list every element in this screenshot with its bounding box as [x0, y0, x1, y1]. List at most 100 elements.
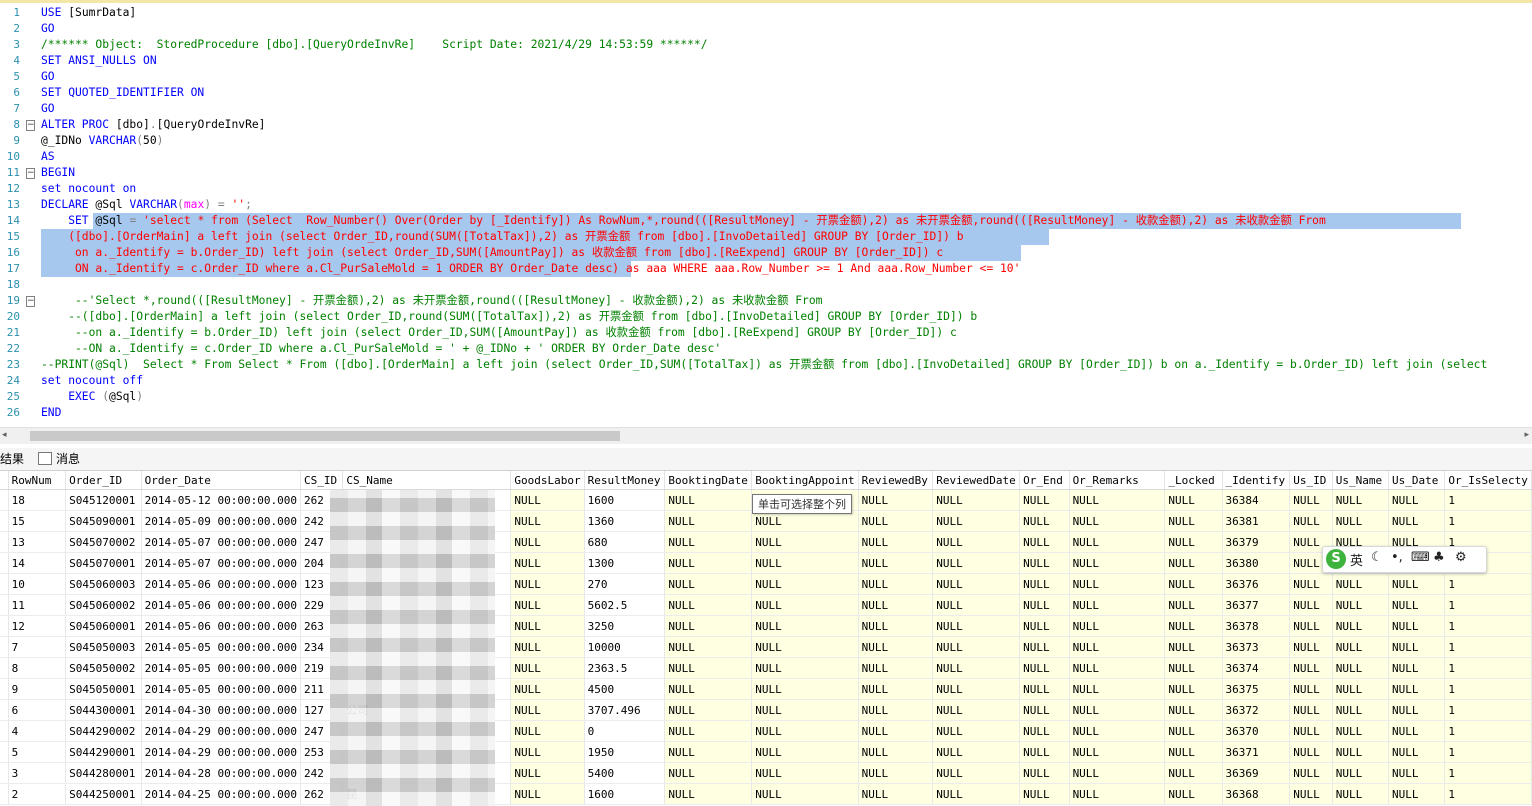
user-icon[interactable]: ♣: [1433, 550, 1445, 565]
code-line[interactable]: 21 --on a._Identify = b.Order_ID) left j…: [0, 325, 1532, 341]
grid-cell[interactable]: NULL: [664, 678, 753, 700]
grid-cell[interactable]: NULL: [858, 615, 934, 637]
grid-cell[interactable]: 2014-05-05 00:00:00.000: [141, 657, 301, 679]
grid-cell[interactable]: 1: [1444, 720, 1532, 742]
grid-cell[interactable]: NULL: [858, 531, 934, 553]
table-row[interactable]: 11 S045060002 2014-05-06 00:00:00.000 229 NU…: [0, 594, 1532, 616]
code-line[interactable]: 18: [0, 277, 1532, 293]
column-header[interactable]: Or_Remarks: [1069, 471, 1166, 490]
grid-cell[interactable]: 1: [1444, 573, 1532, 595]
grid-cell[interactable]: 1: [1444, 699, 1532, 721]
grid-cell[interactable]: NULL: [1289, 741, 1333, 763]
grid-cell[interactable]: 18: [8, 489, 67, 511]
grid-cell[interactable]: NULL: [1289, 678, 1333, 700]
grid-cell[interactable]: NULL: [1332, 741, 1390, 763]
grid-cell[interactable]: NULL: [510, 678, 585, 700]
grid-cell[interactable]: NULL: [1388, 573, 1446, 595]
code-line[interactable]: 8− ALTER PROC [dbo].[QueryOrdeInvRe]: [0, 117, 1532, 133]
table-row[interactable]: 5 S044290001 2014-04-29 00:00:00.000 253 NUL…: [0, 741, 1532, 763]
grid-cell[interactable]: NULL: [664, 720, 753, 742]
grid-cell[interactable]: NULL: [1388, 783, 1446, 805]
grid-cell[interactable]: 9: [8, 678, 67, 700]
grid-cell[interactable]: NULL: [1289, 615, 1333, 637]
code-line[interactable]: 16 on a._Identify = b.Order_ID) left joi…: [0, 245, 1532, 261]
grid-cell[interactable]: NULL: [1019, 573, 1070, 595]
grid-cell[interactable]: NULL: [751, 615, 859, 637]
grid-cell[interactable]: 5: [8, 741, 67, 763]
grid-cell[interactable]: 36372: [1222, 699, 1291, 721]
grid-cell[interactable]: NULL: [1332, 762, 1390, 784]
grid-cell[interactable]: 5602.5: [584, 594, 666, 616]
grid-cell[interactable]: S045050002: [65, 657, 142, 679]
grid-cell[interactable]: NULL: [1332, 636, 1390, 658]
grid-cell[interactable]: 1950: [584, 741, 666, 763]
code-line[interactable]: 24 set nocount off: [0, 373, 1532, 389]
grid-cell[interactable]: 1300: [584, 552, 666, 574]
column-header[interactable]: BooktingAppoint: [751, 471, 859, 490]
grid-cell[interactable]: 36377: [1222, 594, 1291, 616]
grid-cell[interactable]: NULL: [1289, 573, 1333, 595]
grid-cell[interactable]: NULL: [1069, 762, 1166, 784]
code-line[interactable]: 4 SET ANSI_NULLS ON: [0, 53, 1532, 69]
grid-cell[interactable]: NULL: [510, 489, 585, 511]
grid-cell[interactable]: 36379: [1222, 531, 1291, 553]
grid-cell[interactable]: NULL: [1332, 510, 1390, 532]
collapse-icon[interactable]: −: [26, 120, 35, 131]
settings-icon[interactable]: ⚙: [1455, 550, 1467, 565]
grid-cell[interactable]: NULL: [1289, 762, 1333, 784]
grid-cell[interactable]: NULL: [1332, 615, 1390, 637]
grid-cell[interactable]: 2014-05-09 00:00:00.000: [141, 510, 301, 532]
column-header[interactable]: Order_ID: [65, 471, 142, 490]
grid-cell[interactable]: 2014-04-30 00:00:00.000: [141, 699, 301, 721]
grid-cell[interactable]: 14: [8, 552, 67, 574]
row-header[interactable]: [0, 783, 9, 805]
code-line[interactable]: 5 GO: [0, 69, 1532, 85]
column-header[interactable]: _Locked: [1164, 471, 1223, 490]
grid-cell[interactable]: NULL: [1164, 489, 1223, 511]
grid-cell[interactable]: S044250001: [65, 783, 142, 805]
grid-cell[interactable]: 36371: [1222, 741, 1291, 763]
grid-cell[interactable]: 2014-05-06 00:00:00.000: [141, 573, 301, 595]
grid-cell[interactable]: NULL: [858, 783, 934, 805]
grid-cell[interactable]: NULL: [751, 720, 859, 742]
grid-cell[interactable]: 1600: [584, 783, 666, 805]
grid-cell[interactable]: S045090001: [65, 510, 142, 532]
table-row[interactable]: 12 S045060001 2014-05-06 00:00:00.000 263 NU…: [0, 615, 1532, 637]
grid-cell[interactable]: 2014-04-25 00:00:00.000: [141, 783, 301, 805]
tab-results[interactable]: 结果: [0, 450, 30, 468]
code-line[interactable]: 15 ([dbo].[OrderMain] a left join (selec…: [0, 229, 1532, 245]
grid-cell[interactable]: NULL: [1164, 720, 1223, 742]
keyboard-icon[interactable]: ⌨: [1411, 550, 1430, 565]
grid-cell[interactable]: 4500: [584, 678, 666, 700]
table-row[interactable]: 13 S045070002 2014-05-07 00:00:00.000 247 NU…: [0, 531, 1532, 553]
column-header[interactable]: Or_End: [1019, 471, 1070, 490]
grid-cell[interactable]: 1360: [584, 510, 666, 532]
grid-cell[interactable]: S044300001: [65, 699, 142, 721]
table-row[interactable]: 9 S045050001 2014-05-05 00:00:00.000 211 NUL…: [0, 678, 1532, 700]
grid-cell[interactable]: 36376: [1222, 573, 1291, 595]
grid-cell[interactable]: NULL: [932, 741, 1021, 763]
grid-cell[interactable]: 1: [1444, 615, 1532, 637]
grid-cell[interactable]: NULL: [664, 552, 753, 574]
table-row[interactable]: 7 S045050003 2014-05-05 00:00:00.000 234 NUL…: [0, 636, 1532, 658]
grid-cell[interactable]: NULL: [1164, 783, 1223, 805]
ime-logo-icon[interactable]: S: [1326, 549, 1346, 569]
grid-cell[interactable]: NULL: [1388, 720, 1446, 742]
grid-cell[interactable]: NULL: [932, 783, 1021, 805]
grid-cell[interactable]: NULL: [510, 741, 585, 763]
ime-language-toggle[interactable]: 英: [1350, 550, 1363, 569]
grid-cell[interactable]: 36380: [1222, 552, 1291, 574]
grid-cell[interactable]: S045060003: [65, 573, 142, 595]
grid-cell[interactable]: NULL: [510, 762, 585, 784]
grid-cell[interactable]: NULL: [664, 783, 753, 805]
grid-cell[interactable]: NULL: [1164, 510, 1223, 532]
code-line[interactable]: 20 --([dbo].[OrderMain] a left join (sel…: [0, 309, 1532, 325]
grid-cell[interactable]: NULL: [858, 762, 934, 784]
grid-cell[interactable]: NULL: [1388, 657, 1446, 679]
grid-cell[interactable]: NULL: [858, 489, 934, 511]
grid-cell[interactable]: NULL: [1019, 762, 1070, 784]
grid-cell[interactable]: NULL: [664, 699, 753, 721]
grid-cell[interactable]: NULL: [1069, 783, 1166, 805]
row-header[interactable]: [0, 741, 9, 763]
grid-cell[interactable]: 1: [1444, 489, 1532, 511]
